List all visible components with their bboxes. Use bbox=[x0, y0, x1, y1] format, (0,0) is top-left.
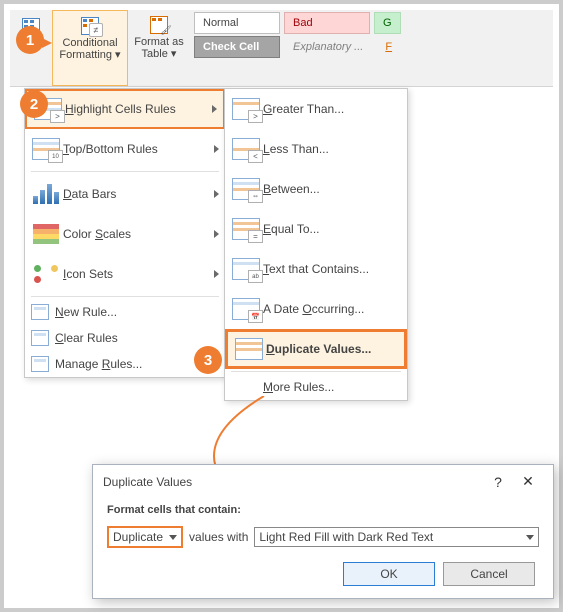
style-bad[interactable]: Bad bbox=[284, 12, 370, 34]
format-style-select[interactable]: Light Red Fill with Dark Red Text bbox=[254, 527, 539, 547]
duplicate-values-dialog: Duplicate Values ? ✕ Format cells that c… bbox=[92, 464, 554, 599]
menu-item-label: Highlight Cells Rules bbox=[65, 102, 206, 116]
dialog-help-button[interactable]: ? bbox=[483, 474, 513, 490]
ribbon: ≠ ConditionalFormatting ▾ 🖌 Format asTab… bbox=[10, 10, 553, 87]
between-icon: ⇿ bbox=[232, 178, 260, 200]
menu-data-bars[interactable]: Data Bars bbox=[25, 174, 225, 214]
duplicate-type-select[interactable]: Duplicate bbox=[107, 526, 183, 548]
submenu-between[interactable]: ⇿ Between... bbox=[225, 169, 407, 209]
ok-button[interactable]: OK bbox=[343, 562, 435, 586]
menu-clear-rules[interactable]: Clear Rules bbox=[25, 325, 225, 351]
format-as-table-icon: 🖌 bbox=[148, 14, 170, 34]
submenu-duplicate-values[interactable]: Duplicate Values... bbox=[225, 329, 407, 369]
date-icon: 📅 bbox=[232, 298, 260, 320]
databar-icon bbox=[33, 184, 59, 204]
manage-rules-icon bbox=[31, 356, 49, 372]
dialog-close-button[interactable]: ✕ bbox=[513, 473, 543, 490]
chevron-right-icon bbox=[214, 230, 219, 238]
callout-3: 3 bbox=[194, 346, 222, 374]
chevron-right-icon bbox=[214, 145, 219, 153]
callout-1: 1 bbox=[16, 26, 44, 54]
submenu-text-contains[interactable]: ab Text that Contains... bbox=[225, 249, 407, 289]
format-as-table-label: Format asTable ▾ bbox=[134, 36, 184, 60]
submenu-greater-than[interactable]: > Greater Than... bbox=[225, 89, 407, 129]
topbottom-icon: 10 bbox=[32, 138, 60, 160]
dialog-instruction: Format cells that contain: bbox=[107, 504, 539, 516]
less-than-icon: < bbox=[232, 138, 260, 160]
submenu-item-label: Greater Than... bbox=[263, 102, 401, 116]
values-with-label: values with bbox=[189, 530, 248, 544]
cancel-button[interactable]: Cancel bbox=[443, 562, 535, 586]
menu-item-label: New Rule... bbox=[55, 305, 219, 319]
submenu-more-rules[interactable]: More Rules... bbox=[225, 374, 407, 400]
conditional-formatting-label: ConditionalFormatting ▾ bbox=[59, 37, 120, 61]
duplicate-icon bbox=[235, 338, 263, 360]
equal-to-icon: = bbox=[232, 218, 260, 240]
chevron-right-icon bbox=[214, 270, 219, 278]
conditional-formatting-menu: > Highlight Cells Rules 10 Top/Bottom Ru… bbox=[24, 88, 226, 378]
conditional-formatting-icon: ≠ bbox=[79, 15, 101, 35]
submenu-item-label: Duplicate Values... bbox=[266, 342, 398, 356]
style-followed-link[interactable]: F bbox=[376, 36, 401, 58]
submenu-item-label: Equal To... bbox=[263, 222, 401, 236]
menu-highlight-cells-rules[interactable]: > Highlight Cells Rules bbox=[25, 89, 225, 129]
colorscale-icon bbox=[33, 224, 59, 244]
submenu-item-label: Less Than... bbox=[263, 142, 401, 156]
callout-2: 2 bbox=[20, 90, 48, 118]
menu-top-bottom-rules[interactable]: 10 Top/Bottom Rules bbox=[25, 129, 225, 169]
format-as-table-button[interactable]: 🖌 Format asTable ▾ bbox=[128, 10, 190, 86]
menu-item-label: Clear Rules bbox=[55, 331, 215, 345]
menu-item-label: Icon Sets bbox=[63, 267, 208, 281]
style-normal[interactable]: Normal bbox=[194, 12, 280, 34]
conditional-formatting-button[interactable]: ≠ ConditionalFormatting ▾ bbox=[52, 10, 128, 86]
submenu-item-label: Between... bbox=[263, 182, 401, 196]
menu-item-label: Color Scales bbox=[63, 227, 208, 241]
menu-item-label: Data Bars bbox=[63, 187, 208, 201]
style-check-cell[interactable]: Check Cell bbox=[194, 36, 280, 58]
menu-color-scales[interactable]: Color Scales bbox=[25, 214, 225, 254]
menu-new-rule[interactable]: New Rule... bbox=[25, 299, 225, 325]
style-good[interactable]: G bbox=[374, 12, 401, 34]
style-explanatory[interactable]: Explanatory ... bbox=[284, 36, 372, 58]
dialog-title: Duplicate Values bbox=[103, 475, 483, 489]
submenu-less-than[interactable]: < Less Than... bbox=[225, 129, 407, 169]
submenu-equal-to[interactable]: = Equal To... bbox=[225, 209, 407, 249]
menu-icon-sets[interactable]: Icon Sets bbox=[25, 254, 225, 294]
submenu-item-label: More Rules... bbox=[263, 380, 401, 394]
submenu-item-label: Text that Contains... bbox=[263, 262, 401, 276]
new-rule-icon bbox=[31, 304, 49, 320]
highlight-cells-submenu: > Greater Than... < Less Than... ⇿ Betwe… bbox=[224, 88, 408, 401]
submenu-item-label: A Date Occurring... bbox=[263, 302, 401, 316]
chevron-right-icon bbox=[212, 105, 217, 113]
submenu-date-occurring[interactable]: 📅 A Date Occurring... bbox=[225, 289, 407, 329]
text-contains-icon: ab bbox=[232, 258, 260, 280]
iconset-icon bbox=[33, 264, 59, 284]
menu-item-label: Top/Bottom Rules bbox=[63, 142, 208, 156]
clear-rules-icon bbox=[31, 330, 49, 346]
cell-styles-gallery[interactable]: Normal Bad G Check Cell Explanatory ... … bbox=[190, 10, 553, 86]
greater-than-icon: > bbox=[232, 98, 260, 120]
chevron-right-icon bbox=[214, 190, 219, 198]
